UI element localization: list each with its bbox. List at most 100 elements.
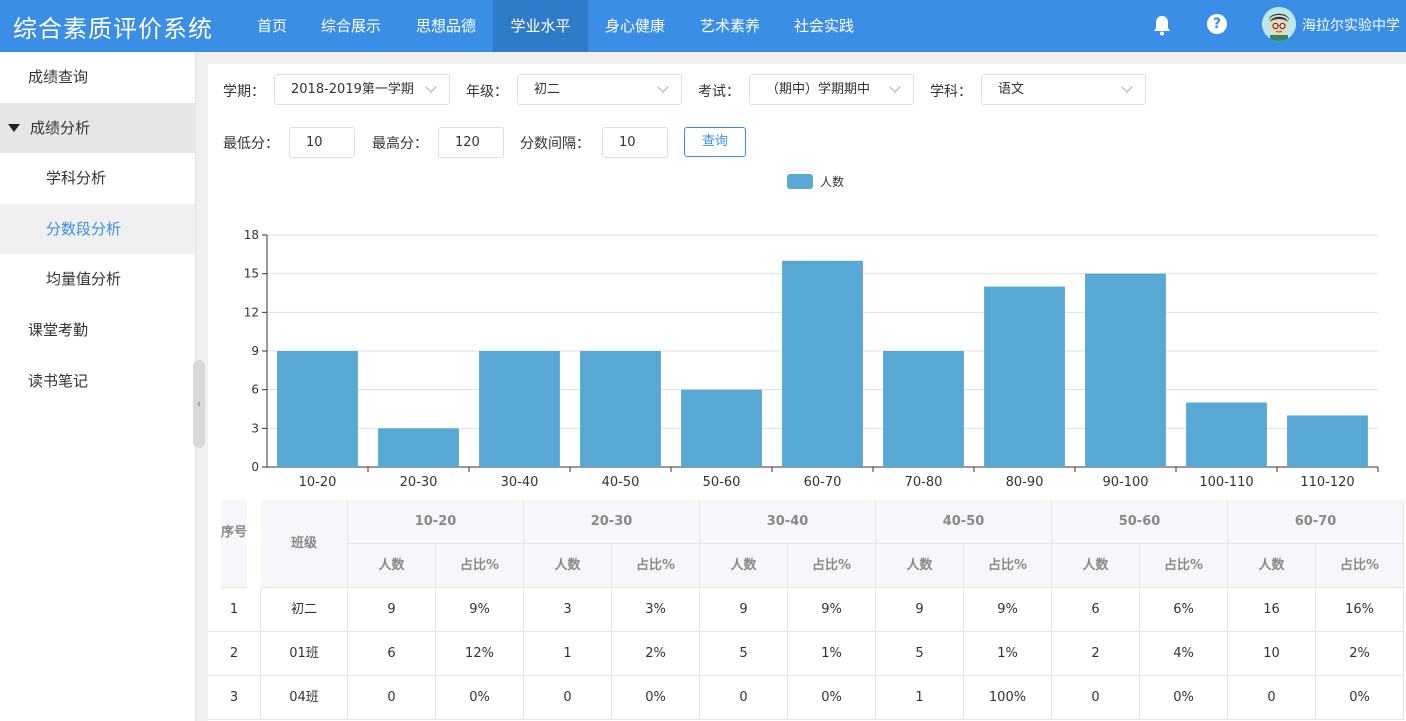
pct-cell: 0% xyxy=(788,676,876,720)
exam-select[interactable]: （期中）学期期中 xyxy=(749,74,914,105)
count-cell: 0 xyxy=(700,676,788,720)
sidebar-item-label: 成绩分析 xyxy=(30,119,91,137)
y-tick-label: 18 xyxy=(244,228,259,242)
nav-academic[interactable]: 学业水平 xyxy=(493,0,588,52)
bar[interactable] xyxy=(378,428,459,467)
max-score-input[interactable]: 120 xyxy=(438,127,504,158)
school-name[interactable]: 海拉尔实验中学 xyxy=(1302,15,1400,35)
y-tick-label: 12 xyxy=(244,305,259,319)
x-tick-label: 50-60 xyxy=(703,475,741,490)
count-cell: 0 xyxy=(1228,676,1316,720)
pct-header: 占比% xyxy=(964,544,1052,588)
bar[interactable] xyxy=(883,351,964,467)
count-cell: 0 xyxy=(1052,676,1140,720)
bell-icon[interactable] xyxy=(1150,13,1174,37)
chevron-down-icon xyxy=(425,81,437,93)
help-icon[interactable]: ? xyxy=(1207,14,1227,34)
x-tick-label: 60-70 xyxy=(804,475,842,490)
nav-health[interactable]: 身心健康 xyxy=(593,0,677,52)
range-header: 60-70 xyxy=(1228,500,1404,544)
chevron-down-icon xyxy=(1121,81,1133,93)
range-header: 10-20 xyxy=(348,500,524,544)
pct-header: 占比% xyxy=(612,544,700,588)
subject-select[interactable]: 语文 xyxy=(981,74,1146,105)
pct-cell: 9% xyxy=(788,588,876,632)
count-cell: 9 xyxy=(876,588,964,632)
main-panel: 学期： 2018-2019第一学期 年级： 初二 考试： （期中）学期期中 学科… xyxy=(208,64,1406,721)
row-class-name: 01班 xyxy=(261,632,348,676)
grade-select[interactable]: 初二 xyxy=(517,74,682,105)
score-band-table: 序号 班级 10-20 人数 占比% 20-30 人数 占比% 30-40 人数 占比% 40-50 人… xyxy=(208,500,1406,721)
nav-practice[interactable]: 社会实践 xyxy=(782,0,866,52)
min-score-input[interactable]: 10 xyxy=(289,127,355,158)
sidebar-collapse-handle[interactable]: ‹ xyxy=(193,360,205,448)
pct-cell: 0% xyxy=(436,676,524,720)
sidebar-item-attendance[interactable]: 课堂考勤 xyxy=(0,305,195,355)
range-header: 20-30 xyxy=(524,500,700,544)
y-tick-label: 3 xyxy=(251,421,259,435)
exam-select-value: （期中）学期期中 xyxy=(766,82,871,97)
x-tick-label: 40-50 xyxy=(602,475,640,490)
bar[interactable] xyxy=(479,351,560,467)
count-cell: 16 xyxy=(1228,588,1316,632)
bar[interactable] xyxy=(580,351,661,467)
nav-overview[interactable]: 综合展示 xyxy=(309,0,393,52)
subject-label: 学科： xyxy=(930,84,972,100)
sidebar-item-score-band-analysis[interactable]: 分数段分析 xyxy=(0,204,195,254)
count-cell: 2 xyxy=(1052,632,1140,676)
nav-morality[interactable]: 思想品德 xyxy=(404,0,488,52)
bar[interactable] xyxy=(984,286,1065,467)
pct-cell: 100% xyxy=(964,676,1052,720)
bar[interactable] xyxy=(1287,415,1368,467)
sidebar-item-score-analysis[interactable]: 成绩分析 xyxy=(0,103,195,153)
count-cell: 6 xyxy=(1052,588,1140,632)
count-cell: 0 xyxy=(524,676,612,720)
chevron-down-icon xyxy=(657,81,669,93)
count-header: 人数 xyxy=(1228,544,1316,588)
pct-cell: 2% xyxy=(1316,632,1404,676)
caret-down-icon xyxy=(8,124,20,132)
y-tick-label: 6 xyxy=(251,383,259,397)
app-title: 综合素质评价系统 xyxy=(13,15,213,43)
sidebar-item-score-query[interactable]: 成绩查询 xyxy=(0,52,195,102)
bar[interactable] xyxy=(1085,273,1166,467)
count-cell: 1 xyxy=(876,676,964,720)
term-select[interactable]: 2018-2019第一学期 xyxy=(274,74,450,105)
range-header: 50-60 xyxy=(1052,500,1228,544)
nav-home[interactable]: 首页 xyxy=(247,0,297,52)
nav-arts[interactable]: 艺术素养 xyxy=(688,0,772,52)
bar[interactable] xyxy=(277,351,358,467)
x-tick-label: 70-80 xyxy=(905,475,943,490)
bar[interactable] xyxy=(681,389,762,467)
pct-cell: 16% xyxy=(1316,588,1404,632)
x-tick-label: 100-110 xyxy=(1199,475,1253,490)
count-cell: 0 xyxy=(348,676,436,720)
chevron-down-icon xyxy=(889,81,901,93)
interval-input[interactable]: 10 xyxy=(602,127,668,158)
bar[interactable] xyxy=(782,260,863,467)
pct-header: 占比% xyxy=(788,544,876,588)
legend-swatch xyxy=(787,174,813,189)
bar[interactable] xyxy=(1186,402,1267,467)
term-select-value: 2018-2019第一学期 xyxy=(291,82,414,97)
avatar[interactable] xyxy=(1262,7,1296,41)
sidebar-item-mean-analysis[interactable]: 均量值分析 xyxy=(0,254,195,304)
pct-header: 占比% xyxy=(1316,544,1404,588)
count-cell: 1 xyxy=(524,632,612,676)
max-score-label: 最高分： xyxy=(372,136,428,152)
x-tick-label: 30-40 xyxy=(501,475,539,490)
pct-cell: 1% xyxy=(788,632,876,676)
sidebar-item-subject-analysis[interactable]: 学科分析 xyxy=(0,153,195,203)
chart-legend[interactable]: 人数 xyxy=(787,174,844,189)
sidebar-item-reading-notes[interactable]: 读书笔记 xyxy=(0,356,195,406)
grade-select-value: 初二 xyxy=(534,82,561,97)
pct-cell: 2% xyxy=(612,632,700,676)
pct-cell: 9% xyxy=(964,588,1052,632)
row-index: 1 xyxy=(208,588,261,632)
exam-label: 考试： xyxy=(698,84,740,100)
pct-cell: 0% xyxy=(612,676,700,720)
query-button[interactable]: 查询 xyxy=(684,127,746,157)
grade-label: 年级： xyxy=(466,84,508,100)
count-header: 人数 xyxy=(876,544,964,588)
row-index: 3 xyxy=(208,676,261,720)
